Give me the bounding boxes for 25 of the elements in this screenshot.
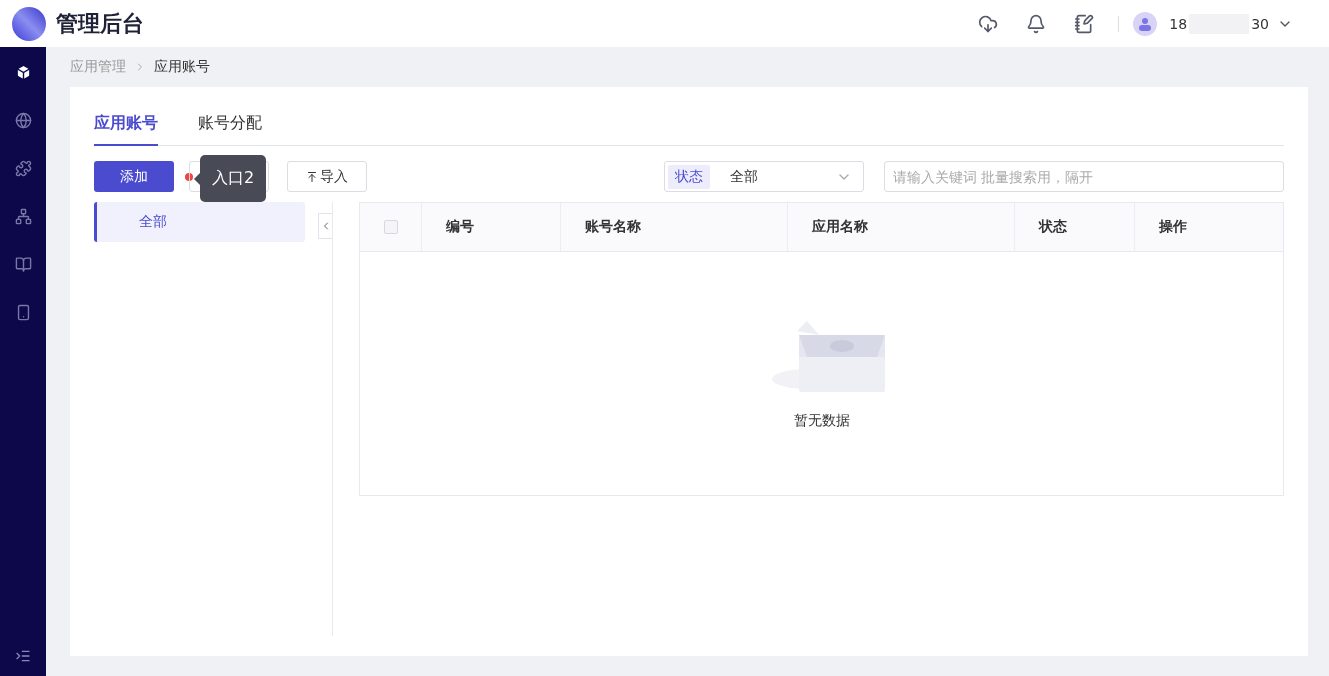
avatar[interactable] <box>1133 11 1158 36</box>
breadcrumb-item: 应用账号 <box>154 58 210 76</box>
upload-icon <box>306 170 318 183</box>
select-value: 全部 <box>730 167 758 186</box>
column-header: 操作 <box>1134 203 1283 251</box>
column-header: 状态 <box>1014 203 1134 251</box>
tab[interactable]: 应用账号 <box>94 107 158 146</box>
add-button[interactable]: 添加 <box>94 161 174 192</box>
group-item[interactable]: 全部 <box>94 202 305 242</box>
tooltip: 入口2 <box>200 155 267 202</box>
user-name: 30 <box>1251 15 1269 32</box>
column-header: 应用名称 <box>787 203 1014 251</box>
select-all-checkbox[interactable] <box>383 220 398 234</box>
import-button[interactable]: 导入 <box>287 161 367 192</box>
column-header: 账号名称 <box>560 203 787 251</box>
search-field[interactable]: 请输入关键词 批量搜索用，隔开 <box>884 161 1284 192</box>
logo-icon <box>12 6 46 41</box>
app-title: 管理后台 <box>56 9 144 38</box>
user-name: 18 <box>1169 15 1188 32</box>
column-header: 编号 <box>421 203 560 251</box>
empty-text: 暂无数据 <box>793 412 850 430</box>
tab[interactable]: 账号分配 <box>198 107 262 146</box>
status-select[interactable]: 状态 全部 <box>664 161 864 192</box>
notification-dot <box>185 172 193 181</box>
select-label: 状态 <box>668 164 710 189</box>
